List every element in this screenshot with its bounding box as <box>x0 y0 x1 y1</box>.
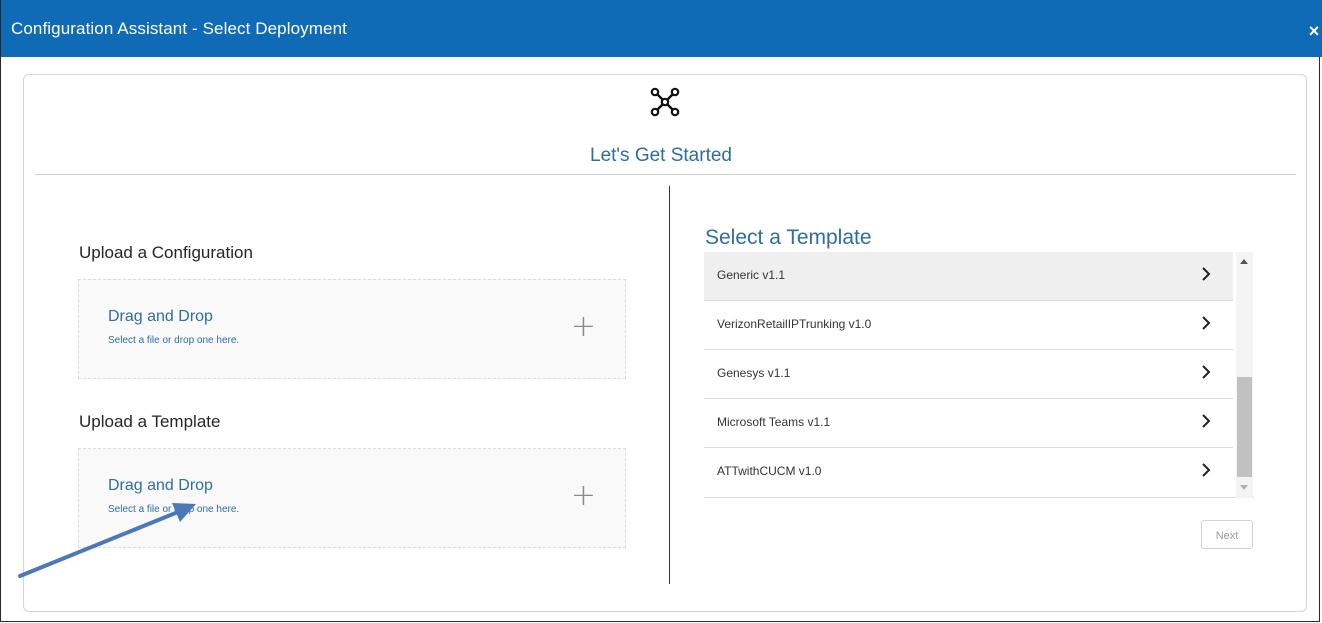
next-button[interactable]: Next <box>1201 520 1253 549</box>
scroll-down-icon[interactable] <box>1240 485 1248 490</box>
title-bar: Configuration Assistant - Select Deploym… <box>1 0 1322 57</box>
dropzone-subtitle: Select a file or drop one here. <box>108 335 240 346</box>
scroll-up-icon[interactable] <box>1240 259 1248 264</box>
dropzone-title: Drag and Drop <box>108 308 213 325</box>
upload-template-label: Upload a Template <box>79 412 221 431</box>
plus-icon[interactable]: + <box>571 312 596 342</box>
template-name: Genesys v1.1 <box>717 366 791 380</box>
template-item-genesys[interactable]: Genesys v1.1 <box>704 350 1233 399</box>
select-template-heading: Select a Template <box>705 226 872 249</box>
dialog-title: Configuration Assistant - Select Deploym… <box>11 19 347 38</box>
dropzone-title: Drag and Drop <box>108 477 213 494</box>
template-name: ATTwithCUCM v1.0 <box>717 464 822 478</box>
template-name: Microsoft Teams v1.1 <box>717 415 831 429</box>
dropzone-subtitle: Select a file or drop one here. <box>108 504 240 515</box>
scroll-thumb[interactable] <box>1237 377 1252 477</box>
template-name: VerizonRetailIPTrunking v1.0 <box>717 317 872 331</box>
template-item-generic[interactable]: Generic v1.1 <box>704 252 1233 301</box>
network-hub-icon <box>650 87 680 117</box>
chevron-right-icon <box>1202 463 1211 477</box>
heading-divider <box>35 174 1296 175</box>
upload-template-dropzone[interactable]: Drag and Drop Select a file or drop one … <box>78 448 626 548</box>
page-heading: Let's Get Started <box>590 145 732 166</box>
plus-icon[interactable]: + <box>571 481 596 511</box>
column-divider <box>669 186 670 584</box>
template-list: Generic v1.1 VerizonRetailIPTrunking v1.… <box>704 252 1254 498</box>
template-item-microsoft-teams[interactable]: Microsoft Teams v1.1 <box>704 399 1233 448</box>
template-item-attwithcucm[interactable]: ATTwithCUCM v1.0 <box>704 448 1233 497</box>
chevron-right-icon <box>1202 316 1211 330</box>
chevron-right-icon <box>1202 267 1211 281</box>
template-list-scrollbar[interactable] <box>1236 252 1253 498</box>
upload-configuration-label: Upload a Configuration <box>79 243 253 262</box>
upload-configuration-dropzone[interactable]: Drag and Drop Select a file or drop one … <box>78 279 626 379</box>
template-item-verizon[interactable]: VerizonRetailIPTrunking v1.0 <box>704 301 1233 350</box>
close-icon[interactable]: × <box>1307 22 1321 40</box>
chevron-right-icon <box>1202 365 1211 379</box>
chevron-right-icon <box>1202 414 1211 428</box>
template-name: Generic v1.1 <box>717 268 786 282</box>
